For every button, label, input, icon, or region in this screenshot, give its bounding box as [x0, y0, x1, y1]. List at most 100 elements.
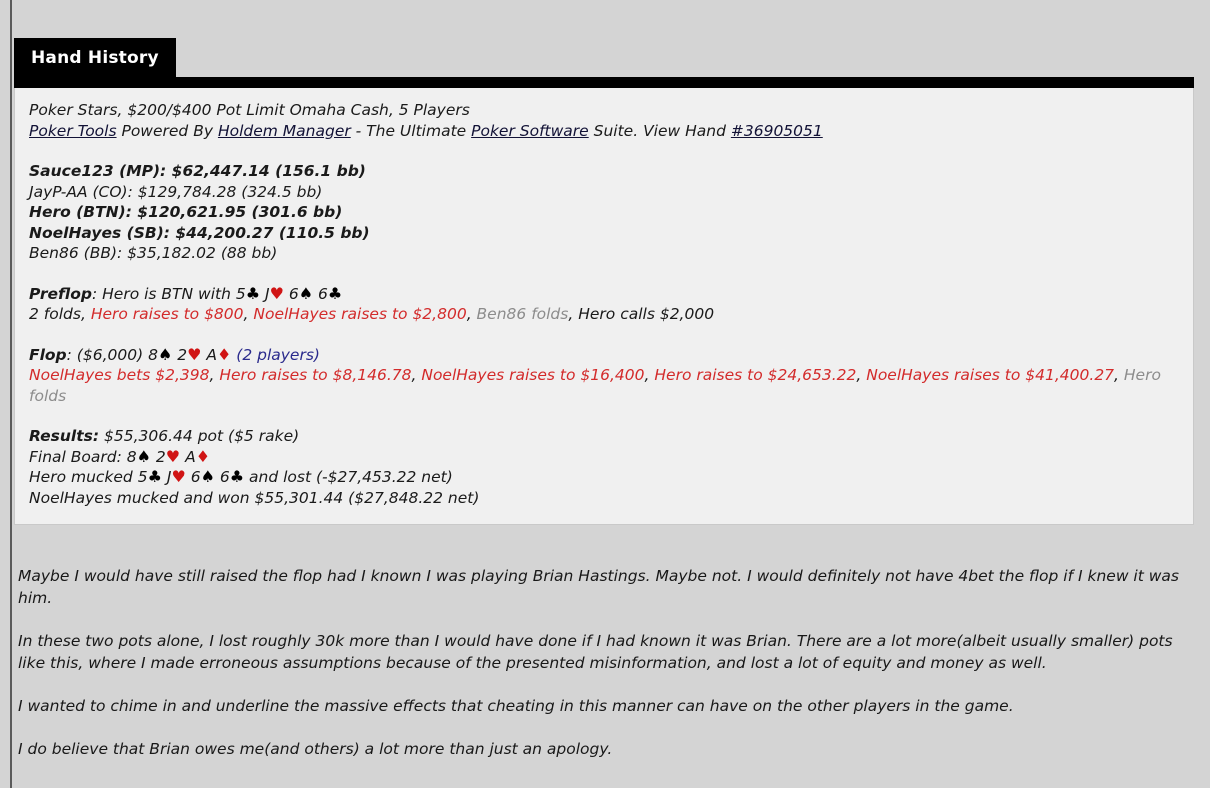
action-text: Hero raises to $8,146.78 — [219, 366, 412, 384]
club-icon: ♣ — [245, 283, 261, 303]
commentary-section: Maybe I would have still raised the flop… — [18, 565, 1193, 760]
action-text: Hero calls $2,000 — [578, 305, 715, 323]
player-stack-text: Hero (BTN): $120,621.95 (301.6 bb) — [29, 203, 343, 221]
action-sep: , — [243, 305, 254, 323]
card: 5♣ — [235, 283, 261, 303]
flop-pot: : ($6,000) — [66, 345, 149, 364]
tools-mid-2: - The Ultimate — [350, 121, 472, 140]
page-root: Hand History Poker Stars, $200/$400 Pot … — [0, 0, 1210, 788]
final-board-line: Final Board: 8♠ 2♥ A♦ — [29, 447, 1179, 468]
spade-icon: ♠ — [157, 344, 173, 364]
hand-history-title-bar — [14, 77, 1194, 88]
card: 6♣ — [318, 283, 343, 303]
action-text: NoelHayes raises to $41,400.27 — [866, 366, 1115, 384]
spade-icon: ♠ — [200, 467, 215, 486]
view-hand-link[interactable]: #36905051 — [731, 122, 823, 140]
spade-icon: ♠ — [298, 283, 314, 303]
card-rank: 5 — [137, 468, 148, 486]
card: 2♥ — [155, 446, 181, 466]
hero-muck-prefix: Hero mucked — [29, 468, 138, 486]
card-rank: 6 — [190, 468, 201, 486]
heart-icon: ♥ — [269, 283, 284, 303]
diamond-icon: ♦ — [195, 446, 211, 466]
spade-icon: ♠ — [136, 446, 151, 466]
action-sep: , — [1114, 366, 1124, 384]
action-sep: , — [644, 366, 655, 384]
action-sep: , — [466, 305, 477, 323]
villain-showdown-line: NoelHayes mucked and won $55,301.44 ($27… — [29, 488, 480, 507]
player-stack-row: NoelHayes (SB): $44,200.27 (110.5 bb) — [29, 223, 1179, 244]
card: J♥ — [167, 467, 186, 486]
hand-header-line: Poker Stars, $200/$400 Pot Limit Omaha C… — [29, 101, 470, 119]
action-text: NoelHayes bets $2,398 — [29, 366, 210, 384]
action-text: Hero raises to $24,653.22 — [654, 366, 857, 384]
commentary-paragraph: Maybe I would have still raised the flop… — [18, 567, 1179, 607]
action-sep: , — [856, 366, 867, 384]
player-stack-text: Sauce123 (MP): $62,447.14 (156.1 bb) — [29, 162, 366, 180]
card: A♦ — [206, 344, 232, 364]
player-stack-text: JayP-AA (CO): $129,784.28 (324.5 bb) — [29, 182, 323, 201]
preflop-intro: : Hero is BTN with — [91, 284, 236, 303]
commentary-paragraph: In these two pots alone, I lost roughly … — [18, 632, 1173, 672]
hero-muck-cards: 5♣ J♥ 6♠ 6♣ — [137, 467, 245, 486]
card: 8♠ — [148, 344, 173, 364]
card: 8♠ — [126, 446, 151, 466]
flop-action-line: NoelHayes bets $2,398, Hero raises to $8… — [29, 365, 1179, 406]
results-heading-line: Results: $55,306.44 pot ($5 rake) — [29, 426, 1179, 447]
card-rank: 6 — [318, 284, 328, 303]
diamond-icon: ♦ — [216, 344, 232, 364]
player-stack-row: Sauce123 (MP): $62,447.14 (156.1 bb) — [29, 161, 1179, 182]
preflop-heading-line: Preflop: Hero is BTN with 5♣ J♥ 6♠ 6♣ — [29, 284, 1179, 305]
player-stack-row: Hero (BTN): $120,621.95 (301.6 bb) — [29, 202, 1179, 223]
player-stack-row: Ben86 (BB): $35,182.02 (88 bb) — [29, 243, 1179, 264]
left-margin-rule — [10, 0, 12, 788]
card: 5♣ — [137, 467, 162, 486]
commentary-paragraph: I do believe that Brian owes me(and othe… — [18, 740, 613, 758]
flop-players-note: (2 players) — [236, 345, 320, 364]
commentary-paragraph: I wanted to chime in and underline the m… — [18, 697, 1014, 715]
card-rank: 6 — [288, 284, 299, 303]
action-text: 2 folds — [29, 305, 81, 323]
action-sep: , — [209, 366, 220, 384]
hand-tools-line: Poker Tools Powered By Holdem Manager - … — [29, 121, 1179, 142]
tools-mid-3: Suite. View Hand — [588, 121, 731, 140]
card-rank: 5 — [235, 284, 246, 303]
spacer-after-header — [29, 141, 1179, 161]
spacer-before-preflop — [29, 264, 1179, 284]
heart-icon: ♥ — [165, 446, 181, 466]
holdem-manager-link[interactable]: Holdem Manager — [218, 122, 351, 140]
action-sep: , — [80, 305, 91, 323]
club-icon: ♣ — [327, 283, 343, 303]
spacer-before-results — [29, 406, 1179, 426]
card-rank: 2 — [177, 345, 188, 364]
card-rank: 2 — [155, 447, 166, 466]
club-icon: ♣ — [229, 467, 245, 486]
hero-showdown-line: Hero mucked 5♣ J♥ 6♠ 6♣ and lost (-$27,4… — [29, 467, 1179, 488]
flop-board-cards: 8♠ 2♥ A♦ — [148, 344, 232, 364]
spacer-before-flop — [29, 325, 1179, 345]
card-rank: 6 — [219, 468, 230, 486]
card-rank: A — [206, 345, 217, 364]
card: A♦ — [185, 446, 211, 466]
heart-icon: ♥ — [171, 467, 186, 486]
preflop-label: Preflop — [29, 284, 92, 303]
card: 6♠ — [190, 467, 215, 486]
action-text: NoelHayes raises to $2,800 — [253, 305, 467, 323]
player-stack-text: Ben86 (BB): $35,182.02 (88 bb) — [29, 244, 278, 262]
flop-label: Flop — [29, 345, 67, 364]
card-rank: 8 — [126, 447, 137, 466]
action-sep: , — [411, 366, 422, 384]
card: J♥ — [265, 283, 284, 303]
poker-software-link[interactable]: Poker Software — [471, 122, 589, 140]
heart-icon: ♥ — [187, 344, 202, 364]
card-rank: 8 — [148, 345, 158, 364]
hero-muck-suffix: and lost (-$27,453.22 net) — [244, 468, 453, 486]
club-icon: ♣ — [147, 467, 162, 486]
hero-hole-cards: 5♣ J♥ 6♠ 6♣ — [235, 283, 343, 303]
poker-tools-link[interactable]: Poker Tools — [29, 122, 117, 140]
card: 2♥ — [177, 344, 202, 364]
action-sep: , — [568, 305, 579, 323]
hand-history-tab-label: Hand History — [14, 38, 176, 78]
player-stack-row: JayP-AA (CO): $129,784.28 (324.5 bb) — [29, 182, 1179, 203]
hand-history-body: Poker Stars, $200/$400 Pot Limit Omaha C… — [14, 88, 1194, 525]
